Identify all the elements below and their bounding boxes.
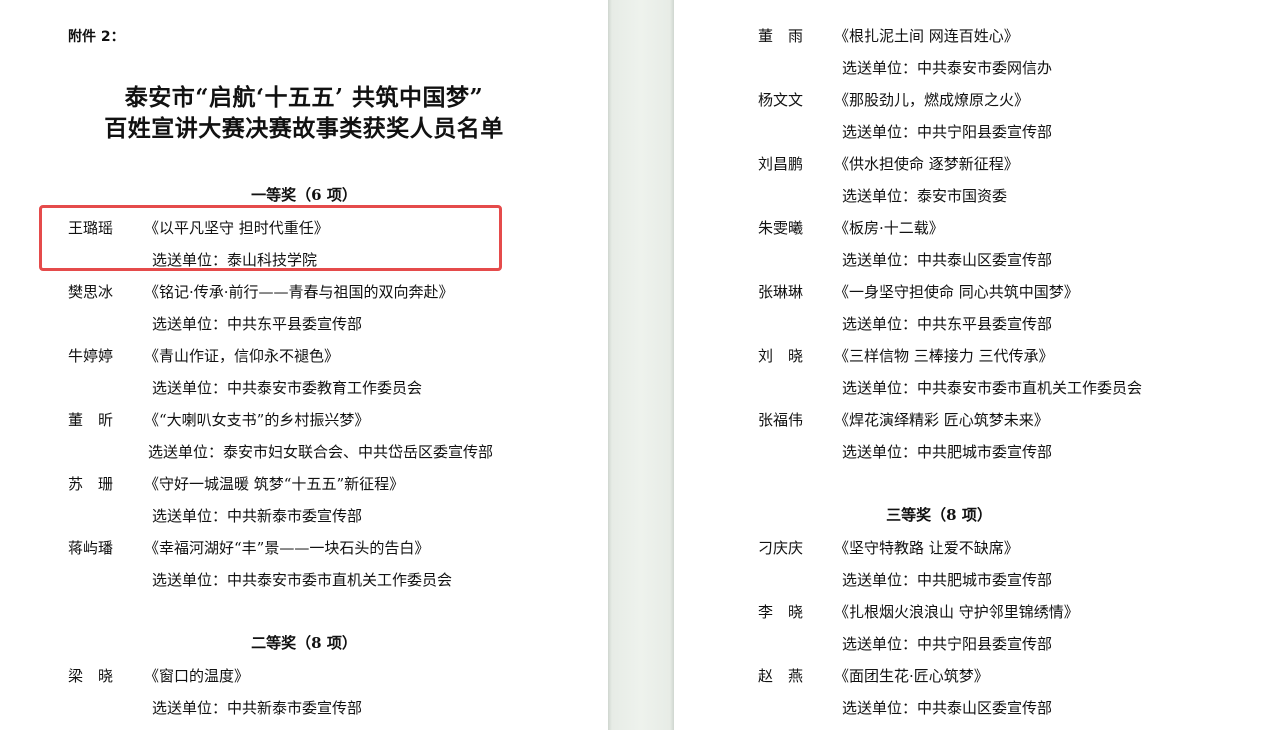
story-title: 《窗口的温度》	[144, 667, 250, 685]
nominating-unit: 选送单位：中共泰安市委市直机关工作委员会	[152, 571, 453, 589]
story-title: 《扎根烟火浪浪山 守护邻里锦绣情》	[834, 603, 1079, 621]
nominating-unit: 选送单位：中共泰安市委教育工作委员会	[152, 379, 423, 397]
winner-name: 杨文文	[758, 91, 804, 109]
nominating-unit: 选送单位：泰安市国资委	[842, 187, 1008, 205]
winner-name: 李 晓	[758, 603, 804, 621]
nominating-unit: 选送单位：泰安市妇女联合会、中共岱岳区委宣传部	[148, 443, 494, 461]
nominating-unit: 选送单位：中共泰山区委宣传部	[842, 251, 1053, 269]
highlight-box	[39, 205, 502, 271]
winner-name: 张琳琳	[758, 283, 804, 301]
story-title: 《面团生花·匠心筑梦》	[834, 667, 989, 685]
story-title: 《焊花演绎精彩 匠心筑梦未来》	[834, 411, 1049, 429]
winner-name: 董 昕	[68, 411, 114, 429]
story-title: 《三样信物 三棒接力 三代传承》	[834, 347, 1054, 365]
nominating-unit: 选送单位：中共东平县委宣传部	[152, 315, 363, 333]
nominating-unit: 选送单位：中共东平县委宣传部	[842, 315, 1053, 333]
nominating-unit: 选送单位：中共泰安市委网信办	[842, 59, 1053, 77]
story-title: 《坚守特教路 让爱不缺席》	[834, 539, 1019, 557]
winner-name: 樊思冰	[68, 283, 114, 301]
nominating-unit: 选送单位：中共新泰市委宣传部	[152, 699, 363, 717]
first-prize-heading: 一等奖（6 项）	[251, 186, 357, 204]
story-title: 《守好一城温暖 筑梦“十五五”新征程》	[144, 475, 405, 493]
document-page-left: 附件 2： 泰安市“启航‘十五五’ 共筑中国梦” 百姓宣讲大赛决赛故事类获奖人员…	[0, 0, 608, 730]
winner-name: 刘昌鹏	[758, 155, 804, 173]
winner-name: 牛婷婷	[68, 347, 114, 365]
second-prize-heading: 二等奖（8 项）	[251, 634, 357, 652]
story-title: 《幸福河湖好“丰”景——一块石头的告白》	[144, 539, 430, 557]
document-title: 泰安市“启航‘十五五’ 共筑中国梦” 百姓宣讲大赛决赛故事类获奖人员名单	[0, 82, 608, 144]
page-gutter	[608, 0, 674, 730]
story-title: 《根扎泥土间 网连百姓心》	[834, 27, 1019, 45]
nominating-unit: 选送单位：中共泰山区委宣传部	[842, 699, 1053, 717]
story-title: 《板房·十二载》	[834, 219, 944, 237]
third-prize-heading: 三等奖（8 项）	[886, 506, 992, 524]
nominating-unit: 选送单位：中共肥城市委宣传部	[842, 443, 1053, 461]
winner-name: 苏 珊	[68, 475, 114, 493]
winner-name: 张福伟	[758, 411, 804, 429]
story-title: 《那股劲儿，燃成燎原之火》	[834, 91, 1030, 109]
story-title: 《一身坚守担使命 同心共筑中国梦》	[834, 283, 1079, 301]
document-page-right: 董 雨 《根扎泥土间 网连百姓心》 选送单位：中共泰安市委网信办 杨文文 《那股…	[674, 0, 1279, 730]
winner-name: 刘 晓	[758, 347, 804, 365]
winner-name: 梁 晓	[68, 667, 114, 685]
winner-name: 董 雨	[758, 27, 804, 45]
nominating-unit: 选送单位：中共泰安市委市直机关工作委员会	[842, 379, 1143, 397]
winner-name: 刁庆庆	[758, 539, 804, 557]
nominating-unit: 选送单位：中共宁阳县委宣传部	[842, 123, 1053, 141]
story-title: 《“大喇叭女支书”的乡村振兴梦》	[144, 411, 370, 429]
attachment-label: 附件 2：	[68, 29, 125, 45]
title-line-2: 百姓宣讲大赛决赛故事类获奖人员名单	[104, 115, 504, 142]
title-line-1: 泰安市“启航‘十五五’ 共筑中国梦”	[124, 84, 484, 111]
story-title: 《青山作证，信仰永不褪色》	[144, 347, 340, 365]
winner-name: 赵 燕	[758, 667, 804, 685]
nominating-unit: 选送单位：中共肥城市委宣传部	[842, 571, 1053, 589]
nominating-unit: 选送单位：中共宁阳县委宣传部	[842, 635, 1053, 653]
story-title: 《供水担使命 逐梦新征程》	[834, 155, 1019, 173]
winner-name: 朱雯曦	[758, 219, 804, 237]
winner-name: 蒋屿璠	[68, 539, 114, 557]
nominating-unit: 选送单位：中共新泰市委宣传部	[152, 507, 363, 525]
story-title: 《铭记·传承·前行——青春与祖国的双向奔赴》	[144, 283, 454, 301]
